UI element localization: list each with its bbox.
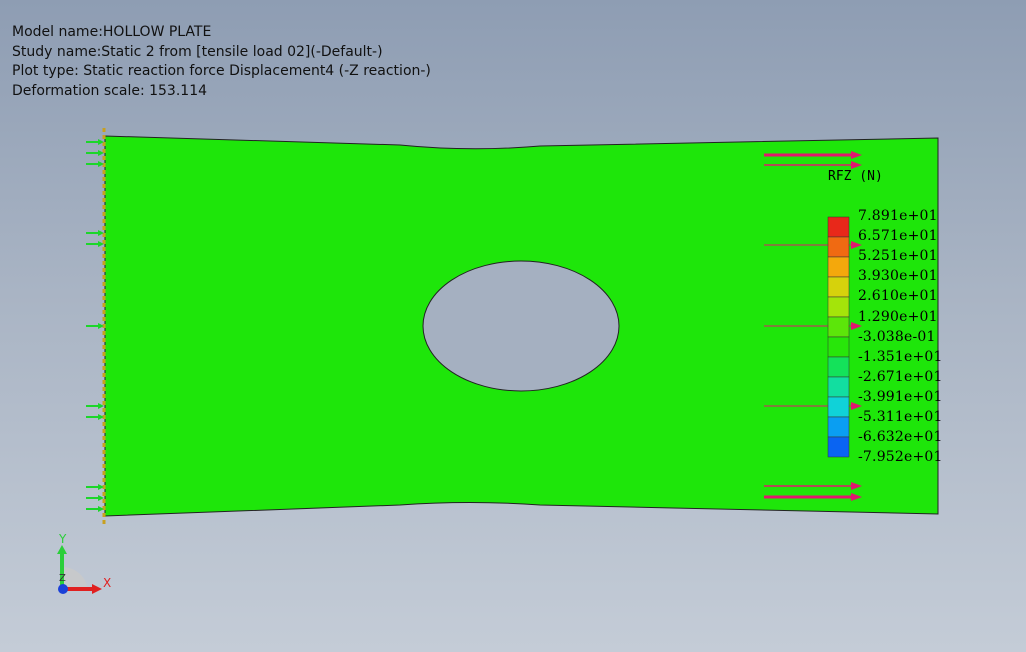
- legend-value-label: 5.251e+01: [858, 248, 938, 265]
- legend-color-segment: [827, 416, 850, 438]
- triad-z-axis: [58, 584, 68, 594]
- legend-value-label: 6.571e+01: [858, 228, 938, 245]
- legend-value-label: -7.952e+01: [858, 449, 943, 466]
- legend-value-label: 2.610e+01: [858, 288, 938, 305]
- legend-value-label: -2.671e+01: [858, 368, 943, 385]
- legend-color-segment: [827, 376, 850, 398]
- legend-color-segment: [827, 256, 850, 278]
- legend-color-segment: [827, 336, 850, 358]
- legend-value-label: 3.930e+01: [858, 268, 938, 285]
- legend-color-segment: [827, 276, 850, 298]
- fixture-arrows: [86, 139, 104, 512]
- plate-hole: [422, 260, 620, 392]
- legend-color-segment: [827, 356, 850, 378]
- legend-color-segment: [827, 436, 850, 458]
- legend-title: RFZ (N): [828, 169, 883, 184]
- fixture-arrowhead: [98, 414, 104, 420]
- triad-x-label: X: [103, 576, 112, 590]
- legend-value-label: -5.311e+01: [858, 409, 943, 425]
- legend-value-label: -1.351e+01: [858, 348, 943, 365]
- legend-value-label: -6.632e+01: [858, 429, 943, 446]
- axis-triad: [57, 545, 102, 594]
- triad-y-arrowhead: [57, 545, 67, 554]
- legend-value-label: 1.290e+01: [858, 308, 938, 325]
- legend-value-label: -3.038e-01: [858, 328, 936, 345]
- legend-color-segment: [827, 216, 850, 238]
- legend-color-segment: [827, 296, 850, 318]
- triad-z-label: Z: [59, 573, 66, 584]
- legend-color-segment: [827, 396, 850, 418]
- graphics-viewport[interactable]: [0, 0, 1026, 652]
- legend-colorbar: [827, 216, 850, 458]
- fixture-arrowhead: [98, 323, 104, 329]
- triad-y-label: Y: [59, 532, 67, 546]
- triad-x-arrowhead: [92, 584, 102, 594]
- fixture-arrowhead: [98, 484, 104, 490]
- legend-color-segment: [827, 316, 850, 338]
- legend-value-label: -3.991e+01: [858, 388, 943, 405]
- legend-color-segment: [827, 236, 850, 258]
- legend-value-label: 7.891e+01: [858, 208, 938, 224]
